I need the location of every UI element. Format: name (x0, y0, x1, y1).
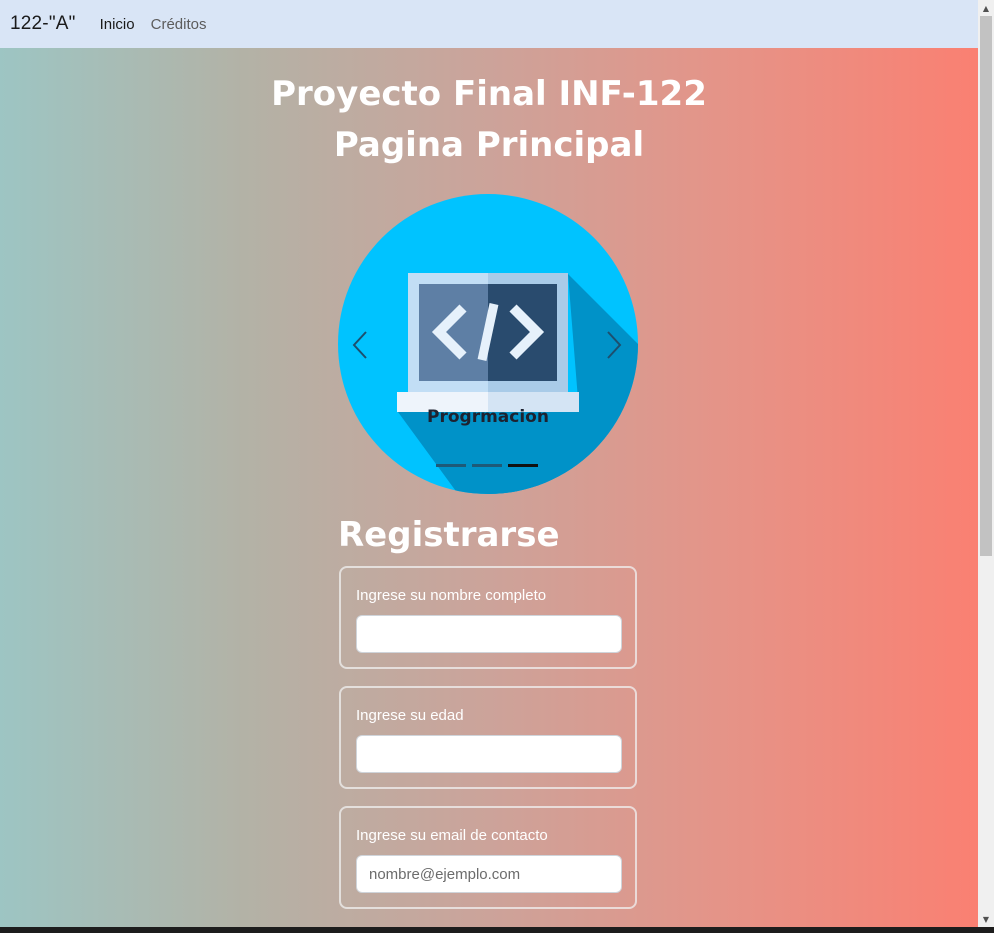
page-title: Proyecto Final INF-122 (271, 74, 707, 114)
age-input[interactable] (356, 735, 622, 773)
scroll-down-icon[interactable]: ▼ (978, 911, 994, 927)
register-title: Registrarse (338, 515, 560, 555)
carousel: Progrmacion (338, 194, 638, 494)
vertical-scrollbar[interactable]: ▲ ▼ (978, 0, 994, 927)
chevron-right-icon (607, 331, 622, 359)
nav-link-creditos[interactable]: Créditos (151, 16, 207, 33)
carousel-caption: Progrmacion (427, 407, 549, 427)
email-input[interactable] (356, 855, 622, 893)
carousel-indicator-3[interactable] (508, 464, 538, 467)
age-field-group: Ingrese su edad (339, 686, 637, 789)
carousel-indicator-2[interactable] (472, 464, 502, 467)
carousel-indicator-1[interactable] (436, 464, 466, 467)
navbar-brand[interactable]: 122-"A" (10, 13, 76, 35)
scrollbar-thumb[interactable] (980, 16, 992, 556)
navbar: 122-"A" Inicio Créditos (0, 0, 978, 48)
page-subtitle: Pagina Principal (333, 125, 645, 165)
email-field-group: Ingrese su email de contacto (339, 806, 637, 909)
carousel-next-button[interactable] (602, 329, 626, 361)
scroll-up-icon[interactable]: ▲ (978, 0, 994, 16)
nav-link-inicio[interactable]: Inicio (100, 16, 135, 33)
chevron-left-icon (352, 331, 367, 359)
email-field-label: Ingrese su email de contacto (356, 827, 548, 844)
name-field-label: Ingrese su nombre completo (356, 587, 547, 604)
code-laptop-icon (397, 273, 638, 494)
window-bottom-edge (0, 927, 994, 933)
name-input[interactable] (356, 615, 622, 653)
age-field-label: Ingrese su edad (356, 707, 464, 724)
carousel-prev-button[interactable] (348, 329, 372, 361)
carousel-indicators (436, 464, 538, 467)
page-viewport: 122-"A" Inicio Créditos Proyecto Final I… (0, 0, 978, 927)
name-field-group: Ingrese su nombre completo (339, 566, 637, 669)
